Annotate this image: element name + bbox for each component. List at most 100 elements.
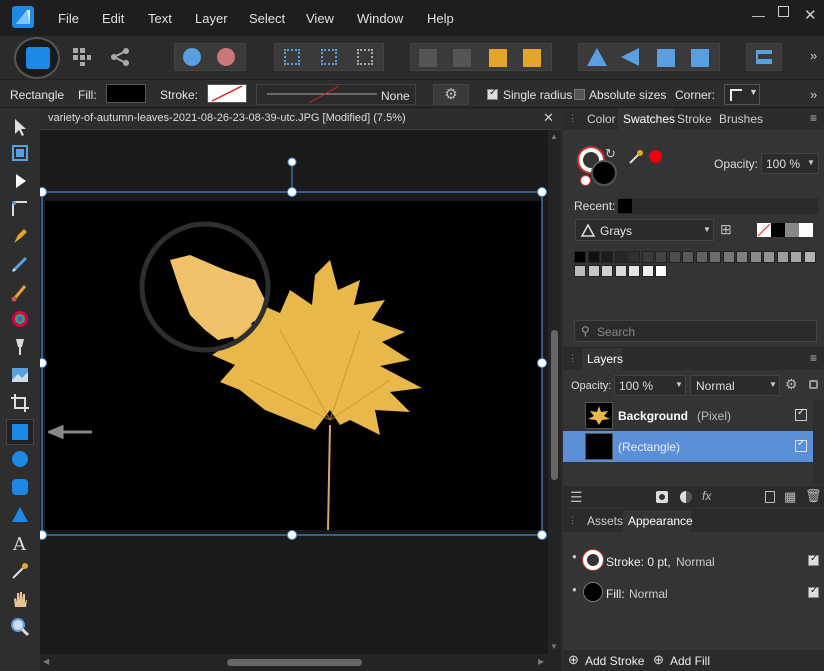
tab-assets[interactable]: Assets [587,514,623,528]
swatch-opacity-field[interactable]: 100 % ▼ [761,153,819,174]
toolbar-overflow-icon[interactable]: » [810,48,817,63]
swap-colors-icon[interactable]: ↻ [605,146,616,162]
palette-dropdown[interactable]: Grays ▼ [575,219,714,241]
gray-swatch[interactable] [790,251,802,263]
close-window-icon[interactable]: ✕ [804,6,817,24]
fill-appearance-checkbox[interactable]: ✓ [808,585,819,598]
gray-swatch[interactable] [655,265,667,277]
layer-visibility-checkbox[interactable]: ✓ [795,438,807,452]
add-swatch-icon[interactable]: ⊞ [720,221,732,238]
gray-swatch[interactable] [722,251,735,263]
horizontal-scroll-thumb[interactable] [227,659,362,666]
single-radius-checkbox[interactable]: ✓ [487,87,498,100]
tab-swatches[interactable]: Swatches [623,112,675,126]
scroll-up-icon[interactable]: ▲ [550,132,558,141]
tab-brushes[interactable]: Brushes [719,112,763,126]
fill-tool-icon[interactable] [9,308,31,330]
move-forward-icon[interactable] [489,49,507,67]
horizontal-scrollbar[interactable]: ◀ ▶ [40,654,561,671]
crop-tool-icon[interactable] [9,392,31,414]
gray-swatch[interactable] [682,251,694,263]
layers-scrollbar[interactable] [813,400,824,485]
triangle-tool-icon[interactable] [9,504,31,526]
rounded-rectangle-tool-icon[interactable] [9,476,31,498]
blend-mode-dropdown[interactable]: Normal ▼ [690,375,780,396]
artboard-tool-icon[interactable] [9,142,31,164]
recent-swatch[interactable] [618,199,632,213]
place-image-icon[interactable] [9,364,31,386]
pencil-tool-icon[interactable] [9,253,31,275]
stroke-swatch[interactable] [207,84,247,103]
pen-tool-icon[interactable] [9,225,31,247]
snap-bounds-icon[interactable] [321,49,337,65]
scroll-left-icon[interactable]: ◀ [43,657,49,666]
align-button[interactable] [746,43,782,71]
rectangle-tool-icon[interactable] [6,419,34,445]
context-overflow-icon[interactable]: » [810,87,817,102]
collapse-icon[interactable]: ⋮ [568,353,577,364]
gray-swatch[interactable] [668,251,681,263]
gray-swatch[interactable] [628,265,640,277]
white-swatch[interactable] [799,223,813,237]
ellipse-tool-icon[interactable] [9,448,31,470]
persona-designer-icon[interactable] [14,37,60,79]
zoom-tool-icon[interactable] [9,616,31,638]
gray-swatch[interactable] [574,251,586,263]
flip-vertical-icon[interactable] [621,48,639,66]
gray-swatch[interactable] [587,251,600,263]
eyedropper-icon[interactable] [627,148,645,166]
lock-icon[interactable] [809,380,818,389]
menu-window[interactable]: Window [357,11,403,26]
menu-text[interactable]: Text [148,11,172,26]
settings-gear-icon[interactable]: ⚙ [433,84,469,105]
new-layer-icon[interactable] [765,491,775,503]
vertical-scrollbar[interactable]: ▲ ▼ [548,130,561,654]
tab-appearance[interactable]: Appearance [628,514,693,528]
menu-layer[interactable]: Layer [195,11,228,26]
document-tab[interactable]: variety-of-autumn-leaves-2021-08-26-23-0… [40,108,561,130]
gray-swatch[interactable] [641,251,654,263]
layer-settings-gear-icon[interactable]: ⚙ [785,376,798,393]
group-icon[interactable]: ▦ [784,489,796,505]
snap-transform-icon[interactable] [357,49,373,65]
corner-tool-icon[interactable] [9,198,31,220]
gray-swatch[interactable] [776,251,789,263]
gray-swatch[interactable] [803,251,816,263]
move-backward-icon[interactable] [453,49,471,67]
persona-export-icon[interactable] [110,47,130,67]
gray-swatch[interactable] [763,251,775,263]
scroll-right-icon[interactable]: ▶ [538,657,544,666]
gray-swatch[interactable] [601,251,613,263]
swatch-search[interactable]: ⚲ Search [574,320,817,342]
no-color-icon[interactable] [580,175,591,186]
tab-layers[interactable]: Layers [587,352,623,366]
minimize-icon[interactable]: — [752,8,765,23]
corner-dropdown[interactable]: ▼ [724,84,760,105]
menu-edit[interactable]: Edit [102,11,124,26]
collapse-icon[interactable]: ⋮ [568,515,577,526]
fx-icon[interactable]: fx [702,489,711,503]
gray-swatch[interactable] [709,251,721,263]
absolute-sizes-checkbox[interactable] [574,89,585,100]
move-tool-icon[interactable] [9,116,31,138]
picked-color-swatch[interactable] [649,150,662,163]
add-stroke-button[interactable]: ⊕ Add Stroke [568,652,653,669]
gray-swatch[interactable] [574,265,586,277]
menu-help[interactable]: Help [427,11,454,26]
close-tab-icon[interactable]: ✕ [543,110,554,126]
flip-horizontal-icon[interactable] [587,48,607,66]
gray-swatch[interactable] [641,265,654,277]
delete-layer-icon[interactable]: 🗑 [805,488,822,504]
fill-swatch[interactable] [106,84,146,103]
gray-swatch[interactable] [749,251,762,263]
tab-stroke[interactable]: Stroke [677,112,712,126]
maximize-icon[interactable] [778,6,789,17]
tab-color[interactable]: Color [587,112,616,126]
add-shape-icon[interactable] [183,48,201,66]
persona-pixel-icon[interactable] [72,47,92,67]
fill-color-well[interactable] [591,160,617,186]
gray-swatch[interactable] [695,251,708,263]
move-back-icon[interactable] [419,49,437,67]
fill-appearance-swatch[interactable] [583,582,603,602]
subtract-shape-icon[interactable] [217,48,235,66]
